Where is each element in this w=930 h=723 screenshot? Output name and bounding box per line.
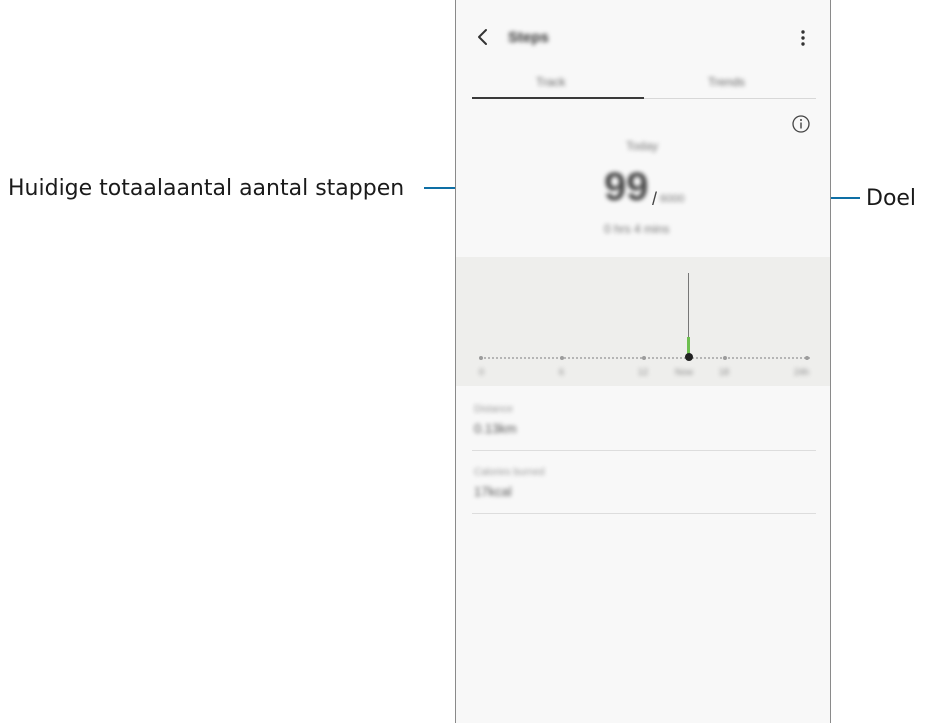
page-title: Steps bbox=[508, 29, 549, 46]
axis-label-18: 18 bbox=[719, 367, 730, 377]
chart-tick-24 bbox=[805, 356, 809, 360]
more-options-icon[interactable] bbox=[800, 29, 806, 47]
current-step-count: 99 bbox=[604, 165, 649, 209]
step-goal[interactable]: 6000 bbox=[660, 193, 684, 205]
back-arrow-icon[interactable] bbox=[475, 27, 491, 47]
distance-value: 0.13km bbox=[474, 421, 517, 436]
active-time: 0 hrs 4 mins bbox=[604, 222, 670, 236]
goal-callout-label: Doel bbox=[866, 186, 917, 211]
chart-tick-6 bbox=[560, 356, 564, 360]
calories-value: 17kcal bbox=[474, 484, 512, 499]
current-time-dot bbox=[685, 353, 693, 361]
today-label: Today bbox=[626, 139, 659, 153]
tab-track[interactable]: Track bbox=[536, 75, 566, 89]
chart-tick-18 bbox=[723, 356, 727, 360]
axis-label-now: Now bbox=[675, 367, 694, 377]
info-icon[interactable] bbox=[791, 114, 811, 134]
calories-label: Calories burned bbox=[474, 467, 545, 478]
current-steps-callout-label: Huidige totaalaantal aantal stappen bbox=[8, 176, 405, 201]
active-tab-indicator bbox=[472, 97, 644, 99]
axis-label-12: 12 bbox=[638, 367, 649, 377]
axis-label-24: 24h bbox=[794, 367, 810, 377]
steps-separator: / bbox=[652, 189, 658, 209]
distance-label: Distance bbox=[474, 404, 513, 415]
chart-tick-0 bbox=[479, 356, 483, 360]
tab-trends[interactable]: Trends bbox=[708, 75, 745, 89]
axis-label-6: 6 bbox=[559, 367, 565, 377]
distance-stat: Distance 0.13km bbox=[472, 388, 816, 451]
chart-tick-12 bbox=[642, 356, 646, 360]
phone-screen: Steps Track Trends Today 99 / 6000 0 hrs… bbox=[455, 0, 831, 723]
steps-timeline-chart: 0 6 12 Now 18 24h bbox=[456, 257, 830, 386]
calories-stat: Calories burned 17kcal bbox=[472, 451, 816, 514]
axis-label-0: 0 bbox=[479, 367, 485, 377]
